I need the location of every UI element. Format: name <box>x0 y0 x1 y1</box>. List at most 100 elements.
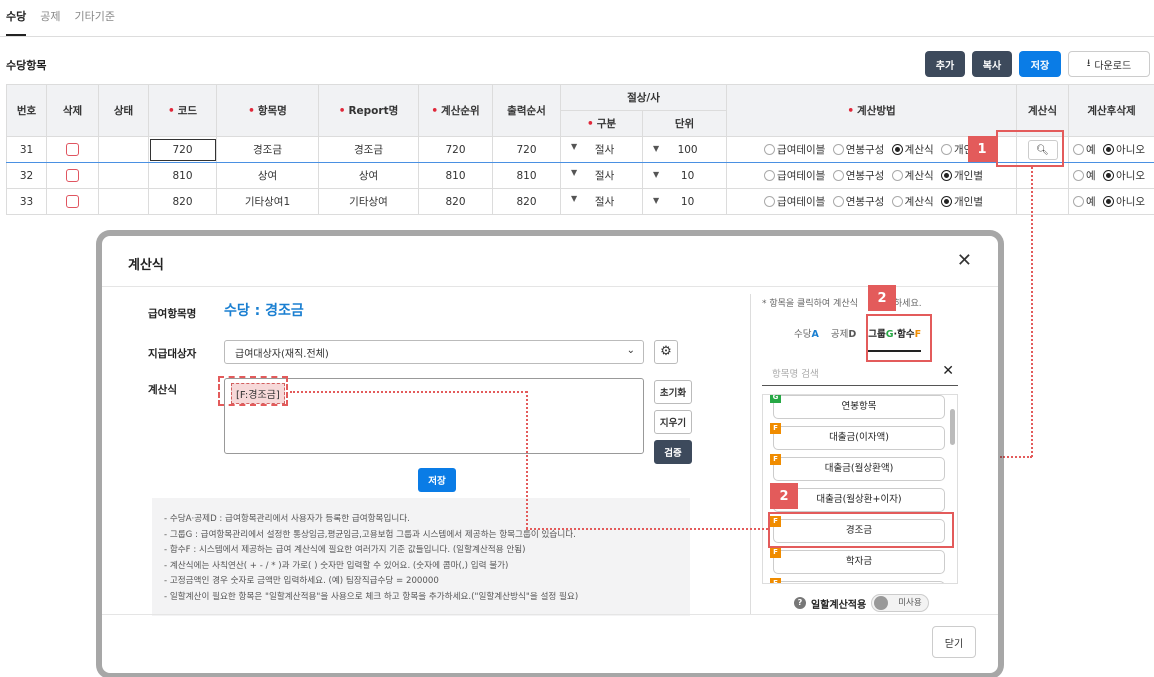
highlight-box-token <box>218 376 288 406</box>
list-item[interactable]: F대출금(월상환+이자) <box>770 485 945 512</box>
help-icon[interactable]: ? <box>794 597 806 609</box>
after-radio[interactable] <box>1103 196 1115 207</box>
after-radio[interactable] <box>1103 170 1115 181</box>
after-radio[interactable] <box>1073 170 1085 181</box>
round-unit-select[interactable]: ▼ 10 <box>641 162 728 189</box>
method-radio[interactable] <box>832 144 844 155</box>
round-unit-select[interactable]: ▼ 10 <box>641 188 728 215</box>
after-radio[interactable] <box>1073 144 1085 155</box>
after-radio-group: 예 아니오 <box>1068 188 1154 215</box>
print-order-cell[interactable]: 720 <box>492 136 561 163</box>
delete-checkbox-cell <box>46 162 99 189</box>
col-round-unit: 단위 <box>641 110 728 137</box>
close-icon[interactable]: ✕ <box>957 250 972 271</box>
chevron-down-icon: ⌄ <box>626 345 635 356</box>
tab-allowance-items[interactable]: 수당A <box>794 326 819 352</box>
round-type-select[interactable]: ▼ 절사 <box>560 188 643 215</box>
col-formula: 계산식 <box>1016 84 1070 137</box>
method-radio[interactable] <box>941 196 952 207</box>
download-icon: ⭳ <box>1086 57 1091 69</box>
method-radio[interactable] <box>891 196 903 207</box>
verify-button[interactable]: 검증 <box>654 440 692 464</box>
copy-button[interactable]: 복사 <box>972 51 1012 77</box>
after-radio-group: 예 아니오 <box>1068 136 1154 163</box>
status-cell <box>98 188 149 215</box>
item-label: 급여항목명 <box>148 308 197 320</box>
formula-cell <box>1016 188 1070 215</box>
method-radio[interactable] <box>941 144 952 155</box>
delete-checkbox[interactable] <box>66 169 79 182</box>
tab-allowance[interactable]: 수당 <box>6 8 27 36</box>
clear-button[interactable]: 지우기 <box>654 410 692 434</box>
formula-dialog: 계산식 ✕ 급여항목명 수당 : 경조금 지급대상자 급여대상자(재직.전체) … <box>102 236 998 673</box>
panel-hint: * 항목을 클릭하여 계산식 하세요. <box>762 299 922 309</box>
print-order-cell[interactable]: 820 <box>492 188 561 215</box>
add-button[interactable]: 추가 <box>925 51 965 77</box>
col-round-type: • 구분 <box>560 110 643 137</box>
method-radio[interactable] <box>764 196 776 207</box>
close-button[interactable]: 닫기 <box>932 626 976 658</box>
connector-line <box>526 528 768 530</box>
status-cell <box>98 162 149 189</box>
list-item[interactable]: F <box>770 578 945 583</box>
help-notes: - 수당A·공제D : 급여항목관리에서 사용자가 등록한 급여항목입니다. -… <box>152 498 690 616</box>
scrollbar[interactable] <box>950 409 955 445</box>
tab-deduction-items[interactable]: 공제D <box>831 326 856 352</box>
col-status: 상태 <box>98 84 149 137</box>
table-row[interactable]: 33 820 기타상여1 기타상여 820 820 ▼ 절사 ▼ 10 급여테이블 … <box>6 188 1154 215</box>
target-select[interactable]: 급여대상자(재직.전체) ⌄ <box>224 340 644 364</box>
col-rounding: 절상/사 <box>559 84 728 111</box>
tab-deduction[interactable]: 공제 <box>40 8 60 36</box>
code-input[interactable]: 720 <box>149 138 216 161</box>
method-radio[interactable] <box>764 144 776 155</box>
daily-calc-toggle[interactable]: 미사용 <box>871 594 930 612</box>
print-order-cell[interactable]: 810 <box>492 162 561 189</box>
list-item[interactable]: F 대출금(이자액) <box>770 423 945 450</box>
connector-line <box>1031 167 1033 457</box>
calc-order-cell[interactable]: 820 <box>418 188 493 215</box>
col-no: 번호 <box>6 84 47 137</box>
report-cell[interactable]: 경조금 <box>318 136 419 163</box>
name-cell[interactable]: 기타상여1 <box>216 188 319 215</box>
calc-order-cell[interactable]: 720 <box>418 136 493 163</box>
round-type-select[interactable]: ▼ 절사 <box>560 162 643 189</box>
code-cell[interactable]: 810 <box>148 162 217 189</box>
name-cell[interactable]: 경조금 <box>216 136 319 163</box>
after-radio[interactable] <box>1073 196 1085 207</box>
report-cell[interactable]: 상여 <box>318 162 419 189</box>
reset-button[interactable]: 초기화 <box>654 380 692 404</box>
code-cell: 720 <box>148 136 217 163</box>
status-cell <box>98 136 149 163</box>
method-radio[interactable] <box>891 144 903 155</box>
delete-checkbox[interactable] <box>66 195 79 208</box>
report-cell[interactable]: 기타상여 <box>318 188 419 215</box>
list-item[interactable]: F 대출금(월상환액) <box>770 454 945 481</box>
step-badge-2: 2 <box>868 285 896 311</box>
download-button[interactable]: ⭳ 다운로드 <box>1068 51 1150 77</box>
method-radio[interactable] <box>764 170 776 181</box>
round-type-select[interactable]: ▼ 절사 <box>560 136 643 163</box>
chevron-down-icon: ▼ <box>571 142 578 151</box>
method-radio[interactable] <box>891 170 903 181</box>
method-radio[interactable] <box>941 170 952 181</box>
top-tabs: 수당 공제 기타기준 <box>6 8 115 36</box>
tab-other[interactable]: 기타기준 <box>75 8 115 36</box>
dialog-save-button[interactable]: 저장 <box>418 468 456 492</box>
chevron-down-icon: ▼ <box>653 195 660 205</box>
item-search-input[interactable]: 항목명 검색 ✕ <box>762 360 958 386</box>
round-unit-select[interactable]: ▼ 100 <box>641 136 728 163</box>
name-cell[interactable]: 상여 <box>216 162 319 189</box>
code-cell[interactable]: 820 <box>148 188 217 215</box>
close-icon[interactable]: ✕ <box>942 363 954 379</box>
table-row[interactable]: 32 810 상여 상여 810 810 ▼ 절사 ▼ 10 급여테이블 연봉구성 … <box>6 162 1154 189</box>
method-radio[interactable] <box>832 196 844 207</box>
after-radio[interactable] <box>1103 144 1115 155</box>
calc-order-cell[interactable]: 810 <box>418 162 493 189</box>
dialog-title: 계산식 <box>128 258 164 273</box>
list-item[interactable]: G 연봉항목 <box>770 395 945 419</box>
save-button[interactable]: 저장 <box>1019 51 1061 77</box>
list-item[interactable]: F 학자금 <box>770 547 945 574</box>
method-radio[interactable] <box>832 170 844 181</box>
gear-icon[interactable]: ⚙ <box>654 340 678 364</box>
delete-checkbox[interactable] <box>66 143 79 156</box>
